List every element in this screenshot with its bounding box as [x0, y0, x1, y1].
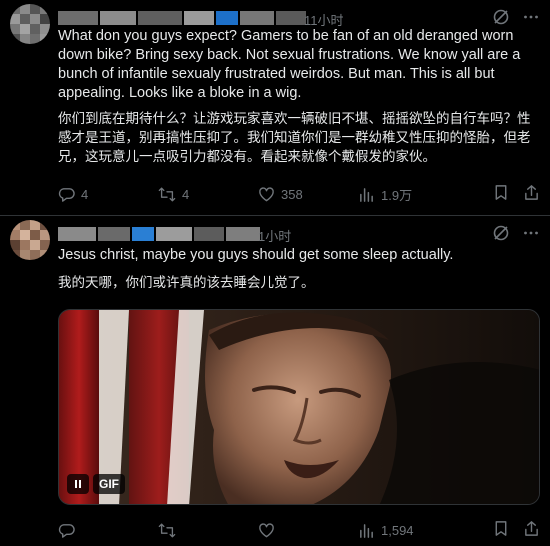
like-button[interactable]: 358	[258, 186, 358, 203]
retweet-icon	[158, 186, 176, 203]
views-icon	[358, 186, 375, 203]
retweet-button[interactable]: 4	[158, 186, 258, 203]
views-count: 1,594	[381, 522, 414, 538]
tweet-top-icons	[492, 224, 540, 242]
tweet-text-en: Jesus christ, maybe you guys should get …	[58, 247, 454, 263]
bookmark-icon[interactable]	[493, 184, 509, 204]
avatar[interactable]	[10, 220, 50, 260]
reply-icon	[58, 522, 75, 539]
username-blurred[interactable]	[58, 226, 260, 242]
username-blurred[interactable]	[58, 10, 306, 26]
avatar[interactable]	[10, 4, 50, 44]
gif-frame	[59, 310, 539, 504]
like-icon	[258, 522, 275, 539]
like-button[interactable]	[258, 522, 358, 539]
retweet-icon	[158, 522, 176, 539]
tweet-text-zh: 我的天哪，你们或许真的该去睡会儿觉了。	[58, 275, 315, 291]
like-count: 358	[281, 186, 303, 202]
views-count: 1.9万	[381, 187, 413, 203]
grok-icon[interactable]	[492, 8, 510, 26]
bookmark-icon[interactable]	[493, 520, 509, 540]
tweet-text-zh: 你们到底在期待什么？让游戏玩家喜欢一辆破旧不堪、摇摇欲坠的自行车吗？性感才是王道…	[58, 111, 531, 165]
more-icon[interactable]	[522, 224, 540, 242]
tweet-2[interactable]: 1小时 Jesus christ, maybe you guys should …	[0, 216, 550, 546]
reply-icon	[58, 186, 75, 203]
retweet-count: 4	[182, 186, 190, 202]
views-button[interactable]: 1.9万	[358, 185, 478, 204]
timestamp[interactable]: 1小时	[258, 226, 291, 245]
share-icon[interactable]	[523, 520, 540, 540]
reply-button[interactable]	[58, 522, 158, 539]
like-icon	[258, 186, 275, 203]
views-button[interactable]: 1,594	[358, 522, 478, 539]
action-bar: 4 4 358 1.9万	[58, 184, 540, 204]
pause-button[interactable]	[67, 474, 89, 494]
grok-icon[interactable]	[492, 224, 510, 242]
share-icon[interactable]	[523, 184, 540, 204]
retweet-button[interactable]	[158, 522, 258, 539]
tweet-text-en: What don you guys expect? Gamers to be f…	[58, 28, 521, 101]
views-icon	[358, 522, 375, 539]
reply-button[interactable]: 4	[58, 186, 158, 203]
gif-badge: GIF	[93, 474, 125, 494]
tweet-1[interactable]: 11小时 What don you guys expect? Gamers to…	[0, 0, 550, 216]
gif-controls: GIF	[67, 474, 125, 494]
more-icon[interactable]	[522, 8, 540, 26]
action-bar: 1,594	[58, 520, 540, 540]
reply-count: 4	[81, 186, 89, 202]
tweet-top-icons	[492, 8, 540, 26]
gif-media[interactable]: GIF	[58, 309, 540, 505]
